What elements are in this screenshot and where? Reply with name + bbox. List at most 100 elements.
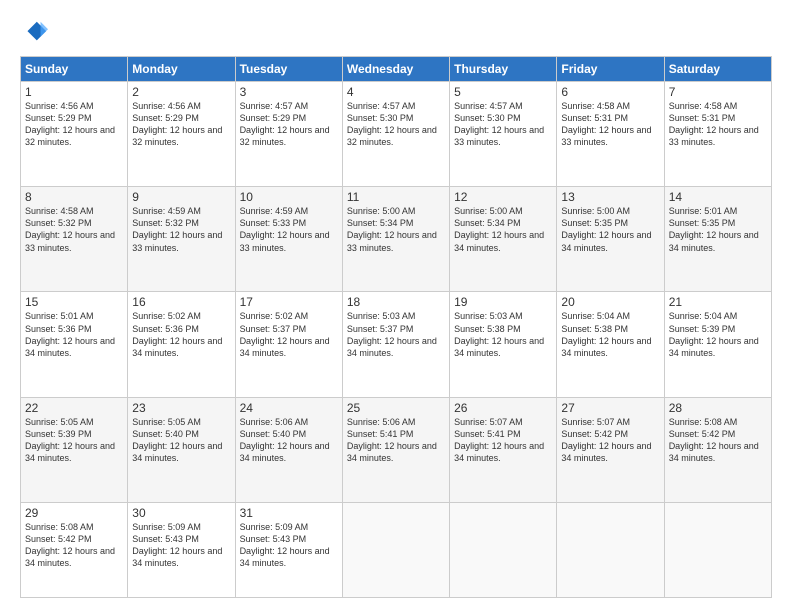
week-row-2: 8 Sunrise: 4:58 AMSunset: 5:32 PMDayligh…	[21, 187, 772, 292]
day-number: 6	[561, 85, 659, 99]
day-number: 26	[454, 401, 552, 415]
day-data: Sunrise: 5:01 AMSunset: 5:36 PMDaylight:…	[25, 310, 123, 359]
day-header-saturday: Saturday	[664, 57, 771, 82]
calendar-cell	[557, 502, 664, 597]
day-number: 11	[347, 190, 445, 204]
calendar-cell: 20 Sunrise: 5:04 AMSunset: 5:38 PMDaylig…	[557, 292, 664, 397]
calendar-cell: 18 Sunrise: 5:03 AMSunset: 5:37 PMDaylig…	[342, 292, 449, 397]
calendar-page: SundayMondayTuesdayWednesdayThursdayFrid…	[0, 0, 792, 612]
day-number: 4	[347, 85, 445, 99]
day-data: Sunrise: 5:08 AMSunset: 5:42 PMDaylight:…	[669, 416, 767, 465]
calendar-cell: 1 Sunrise: 4:56 AMSunset: 5:29 PMDayligh…	[21, 82, 128, 187]
calendar-cell: 7 Sunrise: 4:58 AMSunset: 5:31 PMDayligh…	[664, 82, 771, 187]
day-number: 17	[240, 295, 338, 309]
day-number: 30	[132, 506, 230, 520]
header-row: SundayMondayTuesdayWednesdayThursdayFrid…	[21, 57, 772, 82]
calendar-cell	[664, 502, 771, 597]
day-number: 15	[25, 295, 123, 309]
calendar-cell: 24 Sunrise: 5:06 AMSunset: 5:40 PMDaylig…	[235, 397, 342, 502]
calendar-cell: 3 Sunrise: 4:57 AMSunset: 5:29 PMDayligh…	[235, 82, 342, 187]
day-number: 3	[240, 85, 338, 99]
calendar-cell: 10 Sunrise: 4:59 AMSunset: 5:33 PMDaylig…	[235, 187, 342, 292]
day-number: 18	[347, 295, 445, 309]
day-data: Sunrise: 5:00 AMSunset: 5:35 PMDaylight:…	[561, 205, 659, 254]
day-number: 8	[25, 190, 123, 204]
day-data: Sunrise: 5:04 AMSunset: 5:39 PMDaylight:…	[669, 310, 767, 359]
day-data: Sunrise: 5:09 AMSunset: 5:43 PMDaylight:…	[132, 521, 230, 570]
day-number: 29	[25, 506, 123, 520]
day-number: 27	[561, 401, 659, 415]
day-data: Sunrise: 5:03 AMSunset: 5:37 PMDaylight:…	[347, 310, 445, 359]
day-data: Sunrise: 5:02 AMSunset: 5:36 PMDaylight:…	[132, 310, 230, 359]
day-data: Sunrise: 5:06 AMSunset: 5:40 PMDaylight:…	[240, 416, 338, 465]
day-number: 19	[454, 295, 552, 309]
calendar-cell: 14 Sunrise: 5:01 AMSunset: 5:35 PMDaylig…	[664, 187, 771, 292]
day-number: 13	[561, 190, 659, 204]
day-data: Sunrise: 5:07 AMSunset: 5:42 PMDaylight:…	[561, 416, 659, 465]
day-data: Sunrise: 4:58 AMSunset: 5:32 PMDaylight:…	[25, 205, 123, 254]
calendar-cell: 2 Sunrise: 4:56 AMSunset: 5:29 PMDayligh…	[128, 82, 235, 187]
day-data: Sunrise: 5:00 AMSunset: 5:34 PMDaylight:…	[454, 205, 552, 254]
day-data: Sunrise: 4:57 AMSunset: 5:29 PMDaylight:…	[240, 100, 338, 149]
day-header-wednesday: Wednesday	[342, 57, 449, 82]
day-number: 7	[669, 85, 767, 99]
day-number: 1	[25, 85, 123, 99]
header	[20, 18, 772, 46]
calendar-cell: 23 Sunrise: 5:05 AMSunset: 5:40 PMDaylig…	[128, 397, 235, 502]
day-number: 14	[669, 190, 767, 204]
calendar-cell: 19 Sunrise: 5:03 AMSunset: 5:38 PMDaylig…	[450, 292, 557, 397]
calendar-cell: 4 Sunrise: 4:57 AMSunset: 5:30 PMDayligh…	[342, 82, 449, 187]
calendar-cell: 31 Sunrise: 5:09 AMSunset: 5:43 PMDaylig…	[235, 502, 342, 597]
day-number: 25	[347, 401, 445, 415]
day-data: Sunrise: 5:03 AMSunset: 5:38 PMDaylight:…	[454, 310, 552, 359]
day-number: 31	[240, 506, 338, 520]
day-number: 9	[132, 190, 230, 204]
day-number: 5	[454, 85, 552, 99]
calendar-cell: 5 Sunrise: 4:57 AMSunset: 5:30 PMDayligh…	[450, 82, 557, 187]
calendar-cell: 29 Sunrise: 5:08 AMSunset: 5:42 PMDaylig…	[21, 502, 128, 597]
day-number: 28	[669, 401, 767, 415]
day-number: 16	[132, 295, 230, 309]
calendar-cell: 17 Sunrise: 5:02 AMSunset: 5:37 PMDaylig…	[235, 292, 342, 397]
day-number: 23	[132, 401, 230, 415]
day-data: Sunrise: 4:56 AMSunset: 5:29 PMDaylight:…	[25, 100, 123, 149]
day-data: Sunrise: 5:05 AMSunset: 5:39 PMDaylight:…	[25, 416, 123, 465]
calendar-cell: 9 Sunrise: 4:59 AMSunset: 5:32 PMDayligh…	[128, 187, 235, 292]
day-data: Sunrise: 5:02 AMSunset: 5:37 PMDaylight:…	[240, 310, 338, 359]
week-row-3: 15 Sunrise: 5:01 AMSunset: 5:36 PMDaylig…	[21, 292, 772, 397]
calendar-cell	[342, 502, 449, 597]
day-header-sunday: Sunday	[21, 57, 128, 82]
calendar-cell	[450, 502, 557, 597]
calendar-cell: 30 Sunrise: 5:09 AMSunset: 5:43 PMDaylig…	[128, 502, 235, 597]
day-data: Sunrise: 4:58 AMSunset: 5:31 PMDaylight:…	[561, 100, 659, 149]
day-data: Sunrise: 5:09 AMSunset: 5:43 PMDaylight:…	[240, 521, 338, 570]
day-number: 12	[454, 190, 552, 204]
calendar-cell: 11 Sunrise: 5:00 AMSunset: 5:34 PMDaylig…	[342, 187, 449, 292]
calendar-cell: 16 Sunrise: 5:02 AMSunset: 5:36 PMDaylig…	[128, 292, 235, 397]
week-row-5: 29 Sunrise: 5:08 AMSunset: 5:42 PMDaylig…	[21, 502, 772, 597]
calendar-cell: 15 Sunrise: 5:01 AMSunset: 5:36 PMDaylig…	[21, 292, 128, 397]
logo-icon	[20, 18, 48, 46]
calendar-cell: 8 Sunrise: 4:58 AMSunset: 5:32 PMDayligh…	[21, 187, 128, 292]
calendar-cell: 12 Sunrise: 5:00 AMSunset: 5:34 PMDaylig…	[450, 187, 557, 292]
day-data: Sunrise: 4:59 AMSunset: 5:32 PMDaylight:…	[132, 205, 230, 254]
calendar-cell: 28 Sunrise: 5:08 AMSunset: 5:42 PMDaylig…	[664, 397, 771, 502]
week-row-1: 1 Sunrise: 4:56 AMSunset: 5:29 PMDayligh…	[21, 82, 772, 187]
day-header-monday: Monday	[128, 57, 235, 82]
day-data: Sunrise: 4:57 AMSunset: 5:30 PMDaylight:…	[347, 100, 445, 149]
day-number: 10	[240, 190, 338, 204]
day-data: Sunrise: 4:56 AMSunset: 5:29 PMDaylight:…	[132, 100, 230, 149]
day-data: Sunrise: 5:05 AMSunset: 5:40 PMDaylight:…	[132, 416, 230, 465]
day-data: Sunrise: 4:58 AMSunset: 5:31 PMDaylight:…	[669, 100, 767, 149]
day-number: 24	[240, 401, 338, 415]
calendar-cell: 25 Sunrise: 5:06 AMSunset: 5:41 PMDaylig…	[342, 397, 449, 502]
day-data: Sunrise: 5:06 AMSunset: 5:41 PMDaylight:…	[347, 416, 445, 465]
calendar-table: SundayMondayTuesdayWednesdayThursdayFrid…	[20, 56, 772, 598]
day-number: 20	[561, 295, 659, 309]
day-data: Sunrise: 5:08 AMSunset: 5:42 PMDaylight:…	[25, 521, 123, 570]
day-data: Sunrise: 5:07 AMSunset: 5:41 PMDaylight:…	[454, 416, 552, 465]
calendar-cell: 13 Sunrise: 5:00 AMSunset: 5:35 PMDaylig…	[557, 187, 664, 292]
day-data: Sunrise: 4:57 AMSunset: 5:30 PMDaylight:…	[454, 100, 552, 149]
logo	[20, 18, 52, 46]
day-header-friday: Friday	[557, 57, 664, 82]
